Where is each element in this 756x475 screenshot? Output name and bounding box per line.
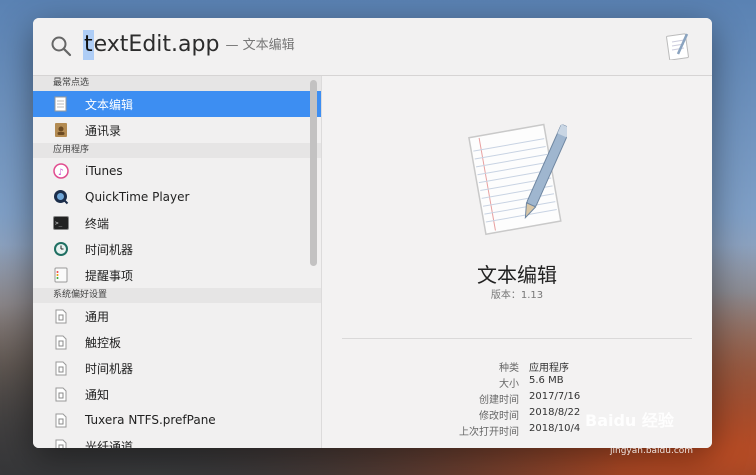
terminal-icon: >_ <box>53 215 69 231</box>
meta-key: 修改时间 <box>479 411 519 422</box>
preview-version: 版本：1.13 <box>490 290 544 301</box>
spotlight-search-bar[interactable]: textEdit.app — 文本编辑 <box>33 18 712 76</box>
itunes-icon: ♪ <box>53 163 69 179</box>
result-item-textedit[interactable]: 文本编辑 <box>33 91 321 117</box>
result-label: Tuxera NTFS.prefPane <box>85 413 216 427</box>
result-label: 通知 <box>85 387 110 402</box>
section-header-top-hits: 最常点选 <box>33 76 321 91</box>
result-item-notifications[interactable]: 通知 <box>33 381 321 407</box>
reminders-icon <box>53 267 69 283</box>
result-item-time-machine[interactable]: 时间机器 <box>33 236 321 262</box>
meta-key: 上次打开时间 <box>459 427 519 438</box>
result-label: iTunes <box>85 164 123 178</box>
result-label: 通用 <box>85 309 110 324</box>
result-label: QuickTime Player <box>85 190 190 204</box>
textedit-large-icon <box>468 123 567 236</box>
meta-row-created: 创建时间 2017/7/16 <box>322 391 712 407</box>
preview-app-name: 文本编辑 <box>477 263 557 287</box>
textedit-icon <box>666 33 689 60</box>
meta-value: 2018/8/22 <box>529 407 581 418</box>
result-item-itunes[interactable]: ♪ iTunes <box>33 158 321 184</box>
result-item-reminders[interactable]: 提醒事项 <box>33 262 321 288</box>
result-item-trackpad[interactable]: 触控板 <box>33 329 321 355</box>
watermark-url: jingyan.baidu.com <box>610 446 694 456</box>
result-label: 时间机器 <box>85 361 134 376</box>
results-sidebar: 最常点选 文本编辑 通讯录 应用程序 ♪ iTunes QuickTime Pl… <box>33 76 321 448</box>
meta-row-size: 大小 5.6 MB <box>322 375 712 391</box>
svg-text:♪: ♪ <box>58 168 64 178</box>
result-label: 终端 <box>85 216 110 231</box>
pref-file-icon <box>53 412 69 428</box>
result-label: 触控板 <box>85 335 122 350</box>
contacts-icon <box>53 122 69 138</box>
meta-key: 种类 <box>499 363 519 374</box>
query-completion-hint: — 文本编辑 <box>225 38 295 53</box>
result-label: 提醒事项 <box>85 268 134 283</box>
result-item-contacts[interactable]: 通讯录 <box>33 117 321 143</box>
meta-row-kind: 种类 应用程序 <box>322 359 712 375</box>
meta-value: 2018/10/4 <box>529 423 581 434</box>
result-item-tuxera-ntfs[interactable]: Tuxera NTFS.prefPane <box>33 407 321 433</box>
spotlight-window: textEdit.app — 文本编辑 最常点选 文本编辑 通讯录 应用程序 ♪… <box>33 18 712 448</box>
meta-value: 2017/7/16 <box>529 391 581 402</box>
result-label: 光纤通道 <box>85 439 134 449</box>
query-selected-char: t <box>83 30 94 60</box>
pref-file-icon <box>53 438 69 448</box>
meta-key: 大小 <box>499 379 519 390</box>
pref-file-icon <box>53 360 69 376</box>
textedit-icon <box>53 96 69 112</box>
result-label: 文本编辑 <box>85 97 134 112</box>
pref-file-icon <box>53 386 69 402</box>
watermark-brand: Baidu 经验 <box>585 411 674 430</box>
pref-file-icon <box>53 334 69 350</box>
result-label: 时间机器 <box>85 242 134 257</box>
pref-file-icon <box>53 308 69 324</box>
result-item-fibre-channel[interactable]: 光纤通道 <box>33 433 321 448</box>
svg-text:>_: >_ <box>55 220 63 227</box>
meta-key: 创建时间 <box>479 395 519 406</box>
preview-pane: 文本编辑 版本：1.13 种类 应用程序 大小 5.6 MB 创建时间 2017… <box>322 76 712 448</box>
query-text: extEdit.app <box>93 32 220 57</box>
meta-value: 应用程序 <box>529 363 569 374</box>
preview-separator <box>342 338 692 339</box>
quicktime-icon <box>53 189 69 205</box>
result-item-general[interactable]: 通用 <box>33 303 321 329</box>
sidebar-scrollbar[interactable] <box>310 80 317 266</box>
time-machine-icon <box>53 241 69 257</box>
result-label: 通讯录 <box>85 123 122 138</box>
result-item-quicktime[interactable]: QuickTime Player <box>33 184 321 210</box>
result-item-time-machine-pref[interactable]: 时间机器 <box>33 355 321 381</box>
section-header-applications: 应用程序 <box>33 143 321 158</box>
result-item-terminal[interactable]: >_ 终端 <box>33 210 321 236</box>
search-icon <box>51 36 72 57</box>
search-input[interactable]: textEdit.app — 文本编辑 <box>83 30 295 64</box>
section-header-system-preferences: 系统偏好设置 <box>33 288 321 303</box>
meta-value: 5.6 MB <box>529 375 564 386</box>
